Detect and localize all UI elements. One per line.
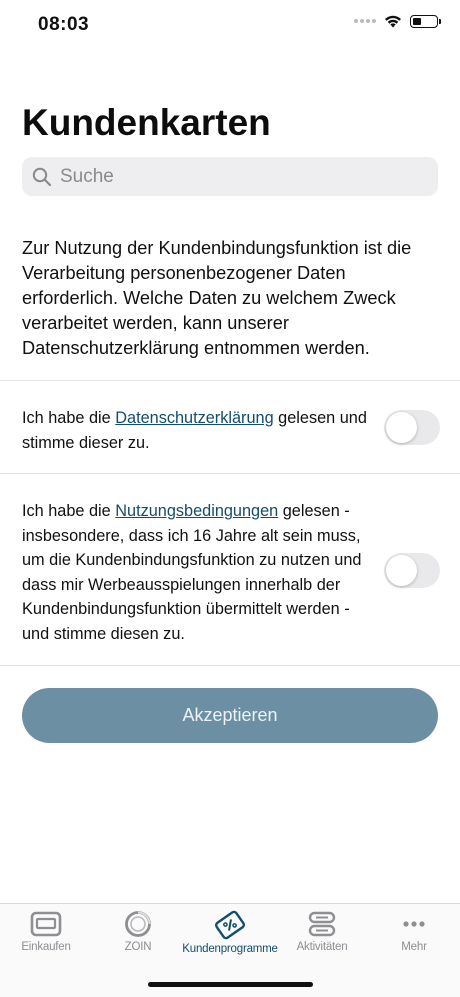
accept-button[interactable]: Akzeptieren <box>22 688 438 743</box>
tab-mehr[interactable]: Mehr <box>368 904 460 974</box>
battery-icon <box>410 14 441 28</box>
tab-zoin[interactable]: ZOIN <box>92 904 184 974</box>
activities-icon <box>308 911 336 937</box>
loyalty-card-icon <box>214 910 246 940</box>
privacy-consent-text: Ich habe die Datenschutzerklärung gelese… <box>22 406 367 455</box>
status-bar: 08:03 <box>0 0 460 48</box>
wallet-icon <box>30 911 62 937</box>
terms-consent-text: Ich habe die Nutzungsbedingungen gelesen… <box>22 499 367 646</box>
toggle-knob <box>386 412 417 443</box>
home-indicator[interactable] <box>148 982 313 987</box>
status-icons <box>354 14 441 28</box>
terms-consent-toggle[interactable] <box>384 553 440 588</box>
consent-suffix: gelesen - insbesondere, dass ich 16 Jahr… <box>22 502 362 643</box>
consent-prefix: Ich habe die <box>22 409 116 427</box>
page-title: Kundenkarten <box>22 102 271 143</box>
divider <box>0 665 460 666</box>
search-bar[interactable] <box>22 157 438 196</box>
tab-kundenprogramme[interactable]: Kundenprogramme <box>182 904 278 974</box>
tab-label: Kundenprogramme <box>182 943 278 955</box>
more-dots-icon <box>403 921 425 927</box>
search-icon <box>32 167 52 186</box>
tab-einkaufen[interactable]: Einkaufen <box>0 904 92 974</box>
tab-label: ZOIN <box>124 941 152 953</box>
zoin-ring-icon <box>125 911 151 937</box>
tab-label: Mehr <box>401 941 427 953</box>
search-input[interactable] <box>58 164 422 189</box>
tab-aktivitaeten[interactable]: Aktivitäten <box>276 904 368 974</box>
tab-label: Aktivitäten <box>296 941 348 953</box>
intro-text: Zur Nutzung der Kundenbindungsfunktion i… <box>22 238 412 358</box>
status-time: 08:03 <box>38 14 90 35</box>
divider <box>0 473 460 474</box>
signal-icon <box>354 19 376 23</box>
privacy-consent-toggle[interactable] <box>384 410 440 445</box>
terms-of-use-link[interactable]: Nutzungsbedingungen <box>115 502 278 520</box>
battery-level <box>413 17 421 25</box>
wifi-icon <box>385 15 401 28</box>
privacy-policy-link[interactable]: Datenschutzerklärung <box>115 409 273 427</box>
divider <box>0 380 460 381</box>
tab-label: Einkaufen <box>21 941 71 953</box>
consent-prefix: Ich habe die <box>22 502 116 520</box>
toggle-knob <box>386 555 417 586</box>
